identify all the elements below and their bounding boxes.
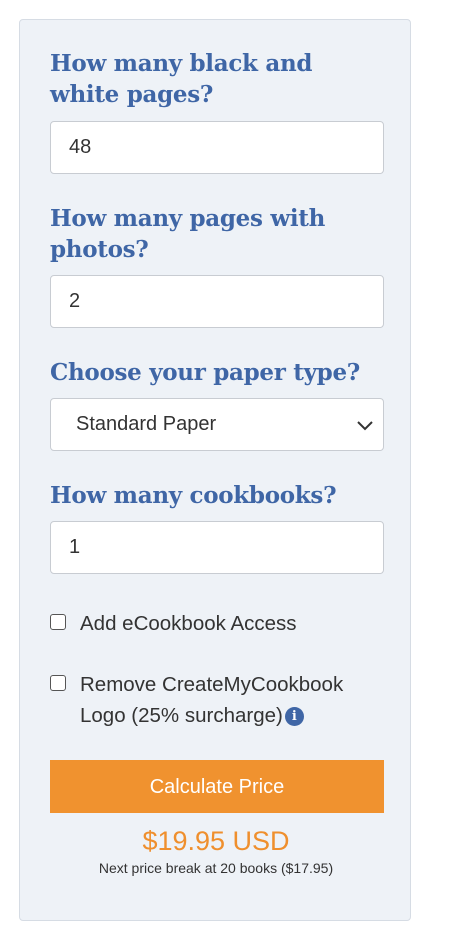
photo-pages-question: How many pages with photos?	[50, 205, 326, 263]
price-break-note: Next price break at 20 books ($17.95)	[98, 860, 334, 876]
info-icon[interactable]: i	[284, 707, 304, 726]
paper-type-selected: Standard Paper	[76, 413, 217, 435]
chevron-down-icon	[357, 421, 373, 431]
remove-logo-label: Remove CreateMyCookbook Logo (25% surcha…	[80, 673, 344, 727]
bw-pages-question: How many black and white pages?	[50, 50, 313, 108]
bw-pages-input[interactable]	[50, 121, 384, 174]
cookbooks-input[interactable]	[50, 521, 384, 574]
ecookbook-checkbox[interactable]	[50, 614, 66, 630]
photo-pages-input[interactable]	[50, 275, 384, 328]
paper-type-select[interactable]: Standard Paper	[50, 398, 384, 451]
paper-type-question: Choose your paper type?	[50, 359, 360, 386]
remove-logo-checkbox[interactable]	[50, 675, 66, 691]
ecookbook-label: Add eCookbook Access	[80, 612, 297, 635]
remove-logo-text: Remove CreateMyCookbook Logo (25% surcha…	[80, 669, 390, 731]
price-calculator-panel: How many black and white pages? How many…	[19, 19, 411, 921]
calculate-price-button[interactable]: Calculate Price	[50, 760, 384, 813]
cookbooks-question: How many cookbooks?	[50, 482, 337, 509]
price-result: $19.95 USD	[142, 826, 290, 856]
